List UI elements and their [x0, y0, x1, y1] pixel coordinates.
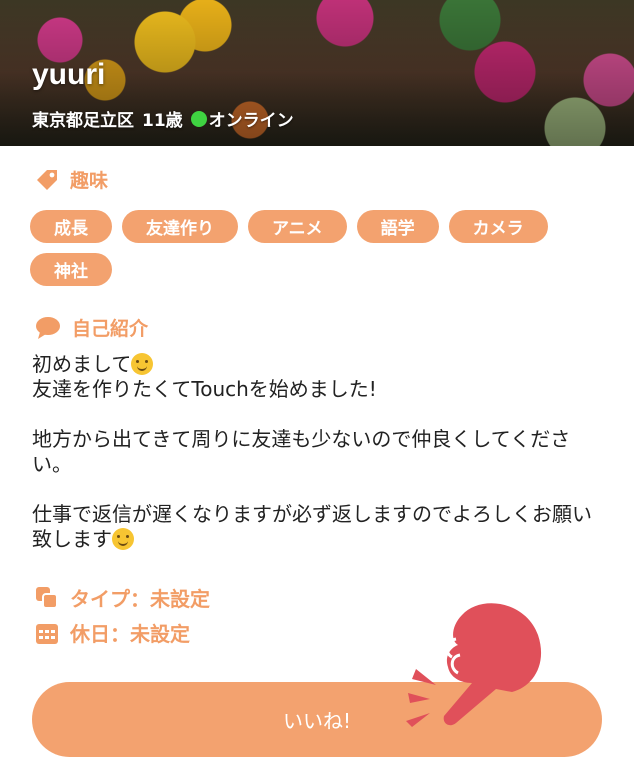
intro-header: 自己紹介 [34, 314, 148, 341]
user-age: 11歳 [142, 111, 183, 131]
hobby-tag: アニメ [248, 210, 347, 243]
type-row: タイプ：未設定 [34, 583, 210, 612]
intro-first-line: 初めまして [32, 352, 132, 376]
user-meta: 東京都足立区 11歳 オンライン [32, 106, 294, 131]
intro-text: 友達を作りたくてTouchを始めました! 地方から出てきて周りに友達も少ないので… [32, 377, 592, 551]
hobby-tag: 神社 [30, 253, 112, 286]
profile-photo: yuuri 東京都足立区 11歳 オンライン [0, 0, 634, 146]
hobby-tag: カメラ [448, 210, 548, 243]
hobby-tag-list: 成長 友達作り アニメ 語学 カメラ 神社 [30, 210, 610, 286]
online-dot-icon [190, 110, 207, 127]
intro-body: 初めまして 友達を作りたくてTouchを始めました! 地方から出てきて周りに友達… [32, 352, 607, 552]
user-name: yuuri [32, 58, 106, 91]
chat-bubble-icon [36, 316, 60, 339]
user-location: 東京都足立区 [32, 111, 134, 131]
intro-title: 自己紹介 [72, 318, 149, 340]
online-status: オンライン [190, 106, 294, 131]
hobby-tag: 語学 [356, 210, 439, 243]
hug-emoji-icon [131, 353, 154, 375]
calendar-icon [36, 623, 58, 644]
type-icon [36, 586, 58, 609]
smile-emoji-icon [112, 528, 134, 550]
holiday-row: 休日：未設定 [34, 618, 190, 647]
tap-hand-icon [406, 603, 542, 727]
type-label: タイプ：未設定 [70, 587, 210, 611]
hobby-tag: 友達作り [122, 210, 238, 243]
tag-icon [37, 169, 57, 190]
hobby-tag: 成長 [30, 210, 112, 243]
online-status-label: オンライン [208, 111, 294, 131]
hobbies-title: 趣味 [70, 170, 109, 192]
hobbies-header: 趣味 [34, 166, 108, 193]
holiday-label: 休日：未設定 [70, 622, 190, 646]
